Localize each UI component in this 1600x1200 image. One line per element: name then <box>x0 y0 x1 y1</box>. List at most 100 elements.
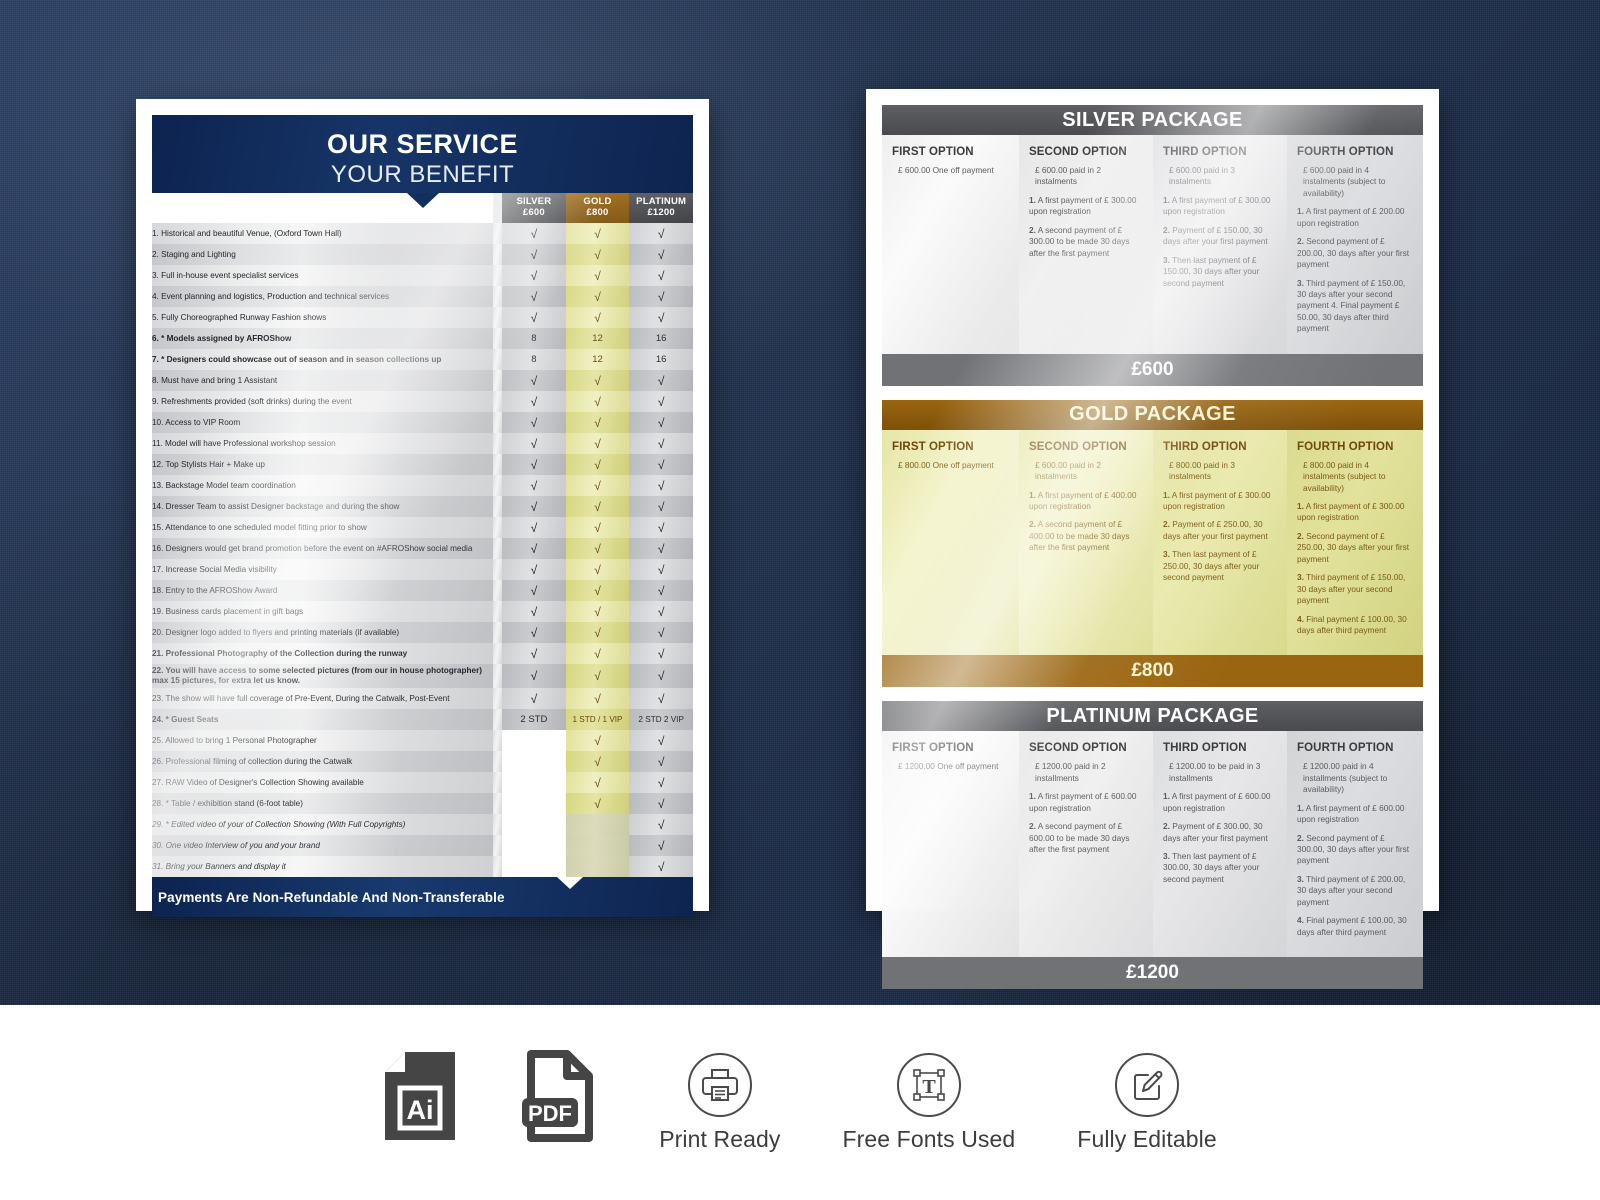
step-number: 3. <box>1297 873 1304 884</box>
step-number: 2. <box>1163 821 1170 832</box>
cell-silver: √ <box>502 538 566 559</box>
row-gap <box>492 223 503 244</box>
cell-silver: √ <box>502 643 566 664</box>
cell-silver: 8 <box>502 328 566 349</box>
comparison-table: SILVER £600 GOLD £800 PLATINUM £1200 1. … <box>152 193 693 877</box>
package-card-platinum: PLATINUM PACKAGE FIRST OPTION £ 1200.00 On… <box>882 701 1423 990</box>
step-number: 1. <box>1297 206 1304 217</box>
option-summary: £ 600.00 paid in 2 instalments <box>1035 165 1101 187</box>
row-gap <box>492 559 503 580</box>
cell-silver <box>502 751 566 772</box>
packages-container: SILVER PACKAGE FIRST OPTION £ 600.00 One o… <box>882 105 1423 990</box>
option-heading: THIRD OPTION <box>1163 146 1247 158</box>
option-heading: SECOND OPTION <box>1029 440 1127 453</box>
table-row: 19. Business cards placement in gift bag… <box>152 601 693 622</box>
row-gap <box>492 643 503 664</box>
row-gap <box>492 307 503 328</box>
cell-gold: √ <box>565 559 630 580</box>
table-row: 2. Staging and Lighting √ √ √ <box>152 244 693 265</box>
badge-fully-editable: Fully Editable <box>1077 1052 1217 1153</box>
option-step: 2. Payment of £ 300.00, 30 days after yo… <box>1163 821 1268 843</box>
table-row: 26. Professional filming of collection d… <box>152 751 693 772</box>
row-gap <box>492 601 503 622</box>
cell-gold <box>565 856 630 877</box>
feature-label: 28. * Table / exhibition stand (6-foot t… <box>152 793 493 814</box>
table-row: 21. Professional Photography of the Coll… <box>152 643 693 664</box>
svg-text:T: T <box>922 1076 936 1098</box>
cell-silver: √ <box>502 559 566 580</box>
feature-label: 10. Access to VIP Room <box>152 412 493 433</box>
cell-gold: √ <box>565 664 630 688</box>
option-column: FIRST OPTION £ 1200.00 One off payment <box>882 731 1019 958</box>
cell-gold: √ <box>565 286 630 307</box>
badge-print-ready: Print Ready <box>659 1052 780 1153</box>
table-row: 9. Refreshments provided (soft drinks) d… <box>152 391 693 412</box>
cell-platinum: √ <box>629 496 693 517</box>
feature-label: 24. * Guest Seats <box>152 709 493 730</box>
row-gap <box>492 391 503 412</box>
table-row: 3. Full in-house event specialist servic… <box>152 265 693 286</box>
cell-platinum: √ <box>629 643 693 664</box>
row-gap <box>492 286 503 307</box>
platinum-price: £1200 <box>647 207 675 218</box>
text-frame-icon: T <box>896 1052 961 1117</box>
pdf-file-icon: PDF <box>519 1049 597 1147</box>
package-title: SILVER PACKAGE <box>882 105 1423 135</box>
table-row: 6. * Models assigned by AFROShow 8 12 16 <box>152 328 693 349</box>
option-step: 2. Payment of £ 150.00, 30 days after yo… <box>1163 224 1268 247</box>
cell-gold: √ <box>565 751 630 772</box>
cell-platinum: 2 STD 2 VIP <box>629 709 693 730</box>
feature-label: 29. * Edited video of your of Collection… <box>152 814 493 835</box>
step-number: 2. <box>1297 236 1304 247</box>
option-step: 2. Second payment of £ 250.00, 30 days a… <box>1297 530 1410 564</box>
service-comparison-sheet: OUR SERVICE YOUR BENEFIT SILVER £600 GOL… <box>136 99 709 917</box>
step-number: 1. <box>1163 194 1170 205</box>
option-summary: £ 800.00 One off payment <box>898 459 994 470</box>
gold-price: £800 <box>586 207 609 218</box>
cell-platinum: √ <box>629 580 693 601</box>
comparison-table-body: 1. Historical and beautiful Venue, (Oxfo… <box>152 223 693 877</box>
table-row: 27. RAW Video of Designer's Collection S… <box>152 772 693 793</box>
package-card-gold: GOLD PACKAGE FIRST OPTION £ 800.00 One off… <box>882 399 1423 688</box>
feature-label: 1. Historical and beautiful Venue, (Oxfo… <box>152 223 493 244</box>
feature-label: 19. Business cards placement in gift bag… <box>152 601 493 622</box>
row-gap <box>492 664 503 688</box>
option-heading: FOURTH OPTION <box>1297 742 1394 755</box>
package-price: £1200 <box>882 957 1423 990</box>
feature-label: 7. * Designers could showcase out of sea… <box>152 349 493 370</box>
cell-gold: 12 <box>565 349 630 370</box>
package-options: FIRST OPTION £ 1200.00 One off payment SEC… <box>882 731 1423 958</box>
cell-platinum: √ <box>629 286 693 307</box>
step-number: 4. <box>1297 915 1304 926</box>
feature-label: 6. * Models assigned by AFROShow <box>152 328 493 349</box>
cell-silver: √ <box>502 688 566 709</box>
option-step: 2. A second payment of £ 600.00 to be ma… <box>1029 821 1130 854</box>
option-heading: SECOND OPTION <box>1029 742 1127 755</box>
row-gap <box>492 751 503 772</box>
ai-file-icon: Ai <box>383 1050 457 1147</box>
cell-silver: √ <box>502 454 566 475</box>
fully-editable-label: Fully Editable <box>1077 1125 1217 1152</box>
cell-silver <box>502 730 566 751</box>
printer-icon <box>687 1052 752 1117</box>
row-gap <box>492 265 503 286</box>
cell-silver: √ <box>502 286 566 307</box>
cell-gold: √ <box>565 601 630 622</box>
cell-silver: √ <box>502 496 566 517</box>
row-gap <box>492 730 503 751</box>
option-step: 4. Final payment £ 100.00, 30 days after… <box>1297 915 1407 937</box>
package-options: FIRST OPTION £ 800.00 One off payment SECO… <box>882 429 1423 656</box>
cell-gold: 12 <box>565 328 630 349</box>
step-number: 3. <box>1297 572 1304 583</box>
step-number: 1. <box>1163 791 1170 802</box>
option-summary: £ 1200.00 One off payment <box>898 761 999 772</box>
cell-gold <box>565 814 630 835</box>
row-gap <box>492 454 503 475</box>
package-title: GOLD PACKAGE <box>882 399 1423 430</box>
feature-label: 8. Must have and bring 1 Assistant <box>152 370 493 391</box>
feature-label: 21. Professional Photography of the Coll… <box>152 643 493 664</box>
feature-label: 13. Backstage Model team coordination <box>152 475 493 496</box>
option-heading: FOURTH OPTION <box>1297 146 1394 158</box>
table-row: 11. Model will have Professional worksho… <box>152 433 693 454</box>
cell-platinum: √ <box>629 559 693 580</box>
